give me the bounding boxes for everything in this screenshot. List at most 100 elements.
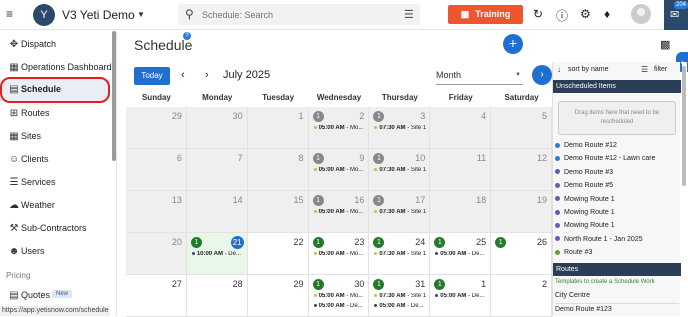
- filter-lines-icon[interactable]: ☰: [641, 65, 648, 74]
- unscheduled-item[interactable]: Mowing Route 1: [555, 196, 615, 203]
- unscheduled-item[interactable]: Demo Route #3: [555, 169, 613, 176]
- view-select[interactable]: Month ▼: [436, 67, 523, 85]
- calendar-day-cell[interactable]: 28: [186, 275, 248, 317]
- event-count-badge[interactable]: 1: [312, 237, 324, 248]
- event-count-badge[interactable]: 1: [373, 195, 385, 206]
- calendar-event[interactable]: 07:30 AM - Site 1: [374, 125, 426, 131]
- gear-icon[interactable]: ⚙: [580, 7, 591, 21]
- event-count-badge[interactable]: 1: [434, 237, 446, 248]
- calendar-event[interactable]: 05:00 AM - De...: [435, 251, 484, 257]
- calendar-day-cell[interactable]: 23 1 05:00 AM - Mo...: [308, 233, 370, 275]
- calendar-event[interactable]: 07:30 AM - Site 1: [374, 293, 426, 299]
- calendar-day-cell[interactable]: 21 1 10:00 AM - De...: [186, 233, 248, 275]
- reschedule-dropzone[interactable]: Drag items here that need to be reschedu…: [558, 101, 676, 135]
- sidebar-scrollbar[interactable]: [112, 31, 116, 161]
- calendar-day-cell[interactable]: 10 1 07:30 AM - Site 1: [369, 149, 431, 191]
- calendar-event[interactable]: 07:30 AM - Site 1: [374, 209, 426, 215]
- calendar-day-cell[interactable]: 3 1 07:30 AM - Site 1: [369, 107, 431, 149]
- sidebar-item-quotes[interactable]: ▤ Quotes New: [0, 285, 110, 307]
- calendar-day-cell[interactable]: 9 1 05:00 AM - Mo...: [308, 149, 370, 191]
- unscheduled-item[interactable]: North Route 1 - Jan 2025: [555, 236, 643, 243]
- training-button[interactable]: ▩ Training: [448, 5, 523, 24]
- calendar-day-cell[interactable]: 27: [126, 275, 187, 317]
- calendar-day-cell[interactable]: 29: [247, 275, 309, 317]
- calendar-event[interactable]: 05:00 AM - Mo...: [313, 251, 363, 257]
- calendar-day-cell[interactable]: 1: [247, 107, 309, 149]
- calendar-day-cell[interactable]: 2: [491, 275, 552, 317]
- calendar-day-cell[interactable]: 5: [491, 107, 552, 149]
- calendar-day-cell[interactable]: 6: [126, 149, 187, 191]
- calendar-day-cell[interactable]: 12: [491, 149, 552, 191]
- search-input[interactable]: [202, 8, 392, 22]
- calendar-day-cell[interactable]: 25 1 05:00 AM - De...: [430, 233, 492, 275]
- event-count-badge[interactable]: 1: [312, 279, 324, 290]
- event-count-badge[interactable]: 1: [312, 195, 324, 206]
- calendar-event[interactable]: 07:30 AM - Site 1: [374, 167, 426, 173]
- company-logo[interactable]: Y: [33, 4, 55, 26]
- calendar-day-cell[interactable]: 20: [126, 233, 187, 275]
- calendar-day-cell[interactable]: 24 1 07:30 AM - Site 1: [369, 233, 431, 275]
- calendar-day-cell[interactable]: 15: [247, 191, 309, 233]
- sidebar-item-sub-contractors[interactable]: ⚒ Sub-Contractors: [0, 218, 110, 240]
- add-button[interactable]: +: [503, 34, 523, 54]
- calendar-day-cell[interactable]: 14: [186, 191, 248, 233]
- calendar-day-cell[interactable]: 30: [186, 107, 248, 149]
- calendar-event[interactable]: 05:00 AM - Mo...: [313, 125, 363, 131]
- calendar-event[interactable]: 05:00 AM - Mo...: [313, 209, 363, 215]
- calendar-event[interactable]: 05:00 AM - Mo...: [313, 167, 363, 173]
- help-icon[interactable]: ⓘ: [556, 7, 568, 24]
- event-count-badge[interactable]: 1: [190, 237, 202, 248]
- sidebar-item-services[interactable]: ☰ Services: [0, 172, 110, 194]
- refresh-icon[interactable]: ↻: [533, 7, 543, 21]
- calendar-day-cell[interactable]: 2 1 05:00 AM - Mo...: [308, 107, 370, 149]
- unscheduled-item[interactable]: Mowing Route 1: [555, 209, 615, 216]
- company-dropdown-icon[interactable]: ▼: [137, 10, 145, 19]
- event-count-badge[interactable]: 1: [434, 279, 446, 290]
- event-count-badge[interactable]: 1: [495, 237, 507, 248]
- calendar-day-cell[interactable]: 29: [126, 107, 187, 149]
- route-item[interactable]: Demo Route #123: [555, 306, 612, 313]
- calendar-day-cell[interactable]: 16 1 05:00 AM - Mo...: [308, 191, 370, 233]
- event-count-badge[interactable]: 1: [373, 111, 385, 122]
- event-count-badge[interactable]: 1: [373, 279, 385, 290]
- qr-code-icon[interactable]: ▩: [660, 38, 676, 52]
- sort-by-name-button[interactable]: sort by name: [568, 66, 608, 73]
- calendar-event[interactable]: 05:00 AM - De...: [313, 303, 363, 309]
- calendar-day-cell[interactable]: 4: [430, 107, 492, 149]
- calendar-event[interactable]: 10:00 AM - De...: [191, 251, 241, 257]
- calendar-day-cell[interactable]: 19: [491, 191, 552, 233]
- calendar-event[interactable]: 05:00 AM - De...: [374, 303, 424, 309]
- sidebar-item-routes[interactable]: ⊞ Routes: [0, 103, 110, 125]
- help-badge-icon[interactable]: ?: [183, 32, 191, 40]
- calendar-day-cell[interactable]: 7: [186, 149, 248, 191]
- calendar-day-cell[interactable]: 8: [247, 149, 309, 191]
- unscheduled-item[interactable]: Route #3: [555, 249, 592, 256]
- panel-scrollbar[interactable]: [682, 62, 687, 316]
- calendar-day-cell[interactable]: 1 1 05:00 AM - De...: [430, 275, 492, 317]
- calendar-day-cell[interactable]: 31 1 07:30 AM - Site 1 05:00 AM - De...: [369, 275, 431, 317]
- calendar-day-cell[interactable]: 11: [430, 149, 492, 191]
- event-count-badge[interactable]: 1: [373, 153, 385, 164]
- event-count-badge[interactable]: 1: [312, 153, 324, 164]
- calendar-day-cell[interactable]: 13: [126, 191, 187, 233]
- today-button[interactable]: Today: [134, 67, 170, 85]
- chevron-right-icon[interactable]: ›: [205, 69, 209, 81]
- calendar-day-cell[interactable]: 18: [430, 191, 492, 233]
- company-name[interactable]: V3 Yeti Demo: [62, 8, 135, 22]
- unscheduled-item[interactable]: Demo Route #12: [555, 142, 617, 149]
- calendar-day-cell[interactable]: 17 1 07:30 AM - Site 1: [369, 191, 431, 233]
- calendar-day-cell[interactable]: 26 1: [491, 233, 552, 275]
- sidebar-item-operations-dashboard[interactable]: ▦ Operations Dashboard: [0, 57, 111, 79]
- filter-button[interactable]: filter: [654, 66, 667, 73]
- sidebar-item-weather[interactable]: ☁ Weather: [0, 195, 110, 217]
- event-count-badge[interactable]: 1: [373, 237, 385, 248]
- collapse-menu-icon[interactable]: ≡: [6, 8, 20, 20]
- filter-icon[interactable]: ☰: [404, 8, 414, 21]
- sidebar-item-clients[interactable]: ☺ Clients: [0, 149, 110, 171]
- calendar-day-cell[interactable]: 30 1 05:00 AM - Mo... 05:00 AM - De...: [308, 275, 370, 317]
- sidebar-item-users[interactable]: ☻ Users: [0, 241, 110, 263]
- bell-icon[interactable]: ♦: [604, 7, 610, 21]
- chat-button[interactable]: ✉ 204: [664, 0, 688, 30]
- unscheduled-item[interactable]: Demo Route #12 - Lawn care: [555, 155, 655, 162]
- sort-icon[interactable]: ↓: [557, 65, 561, 74]
